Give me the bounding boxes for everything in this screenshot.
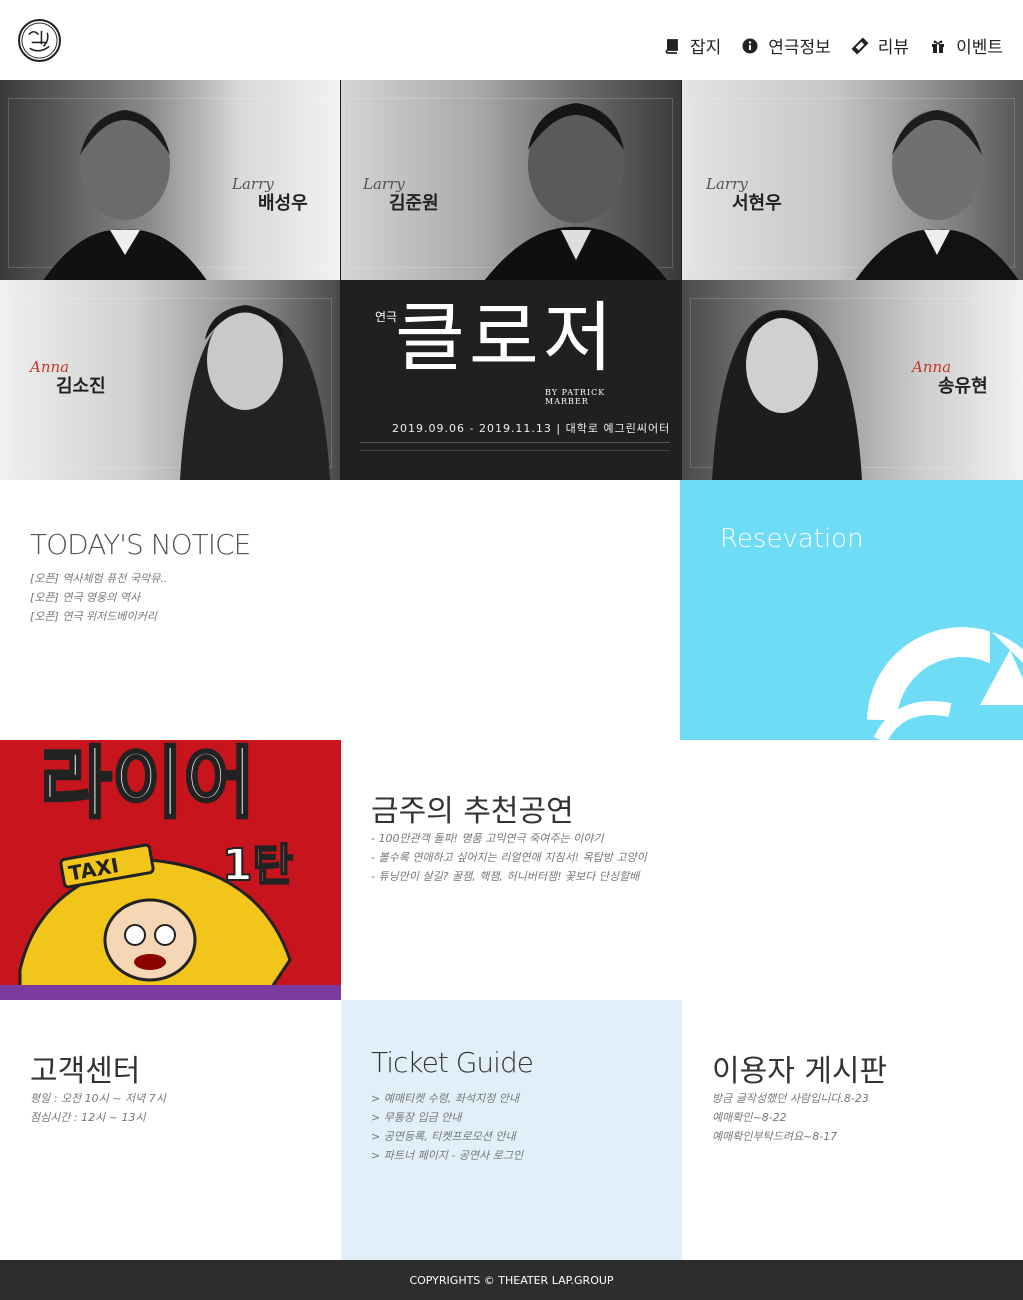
user-board-title: 이용자 게시판 xyxy=(712,1054,888,1089)
copyright-text: COPYRIGHTS © THEATER LAP.GROUP xyxy=(409,1273,614,1287)
liar-poster-art: 라이어 1탄 TAXI xyxy=(0,740,341,1000)
nav-play-info-label: 연극정보 xyxy=(768,38,831,58)
actor-portrait xyxy=(855,110,1019,280)
poster-main-title: 클로저 xyxy=(395,293,617,382)
board-post[interactable]: 예매확인부탁드려요~8-17 xyxy=(712,1127,869,1146)
poster-text: 라이어 xyxy=(40,740,255,829)
site-footer: COPYRIGHTS © THEATER LAP.GROUP xyxy=(0,1260,1023,1300)
cast-name: 송유현 xyxy=(938,376,988,397)
customer-hours-line: 점심시간 : 12시 ~ 13시 xyxy=(30,1111,146,1124)
board-post[interactable]: 예매확인~8-22 xyxy=(712,1108,869,1127)
ticket-guide-item[interactable]: > 무통장 입금 안내 xyxy=(371,1108,523,1127)
book-icon xyxy=(663,37,681,55)
info-icon xyxy=(741,37,759,55)
reservation-title: Resevation xyxy=(720,524,864,554)
notice-item[interactable]: [오픈] 역사체험 퓨전 국악뮤.. xyxy=(30,569,167,588)
cast-panel: Anna 김소진 xyxy=(0,280,340,480)
cast-caption: Larry 서현우 xyxy=(706,175,782,215)
recommend-list: - 100만관객 돌파! 명품 고믹연극 죽여주는 이야기 - 볼수록 연애하고… xyxy=(371,829,647,886)
nav-review[interactable]: 리뷰 xyxy=(851,33,909,58)
customer-center-section: 고객센터 평일 : 오전 10시 ~ 저녁 7시 점심시간 : 12시 ~ 13… xyxy=(0,1000,341,1260)
recommend-item[interactable]: - 튜닝만이 살길? 꿀잼, 핵잼, 허니버터잼! 꽃보다 단싱할배 xyxy=(371,867,647,886)
cast-caption: Anna 송유현 xyxy=(912,358,988,398)
cast-name: 김소진 xyxy=(56,376,106,397)
nav-event[interactable]: 이벤트 xyxy=(929,33,1003,58)
cast-panel: Larry 서현우 xyxy=(682,80,1023,280)
poster-title: 연극 클로저 BY PATRICK MARBER xyxy=(375,293,617,407)
notice-title: TODAY'S NOTICE xyxy=(30,528,251,561)
cast-panel: Larry 김준원 xyxy=(341,80,681,280)
user-board-section: 이용자 게시판 방금 글작성했던 사람입니다.8-23 예매확인~8-22 예매… xyxy=(682,1000,1023,1260)
cast-panel: Larry 배성우 xyxy=(0,80,340,280)
customer-center-title: 고객센터 xyxy=(30,1054,141,1089)
recommend-item[interactable]: - 100만관객 돌파! 명품 고믹연극 죽여주는 이야기 xyxy=(371,829,647,848)
main-nav: 잡지 연극정보 리뷰 이벤트 xyxy=(663,33,1003,58)
cast-name: 배성우 xyxy=(258,193,308,214)
actor-portrait xyxy=(43,110,207,280)
hero-banner[interactable]: Larry 배성우 Larry 김준원 Larry 서현우 Anna 김소진 연… xyxy=(0,80,1023,480)
gift-icon xyxy=(929,37,947,55)
ticket-guide-list: > 예매티켓 수령, 좌석지정 안내 > 무통장 입금 안내 > 공연등록, 티… xyxy=(371,1089,523,1165)
ticket-guide-item[interactable]: > 예매티켓 수령, 좌석지정 안내 xyxy=(371,1089,523,1108)
nav-play-info[interactable]: 연극정보 xyxy=(741,33,831,58)
actor-portrait xyxy=(180,305,330,480)
actor-portrait xyxy=(484,103,668,280)
poster-byline: BY PATRICK MARBER xyxy=(545,388,606,406)
notice-list: [오픈] 역사체험 퓨전 국악뮤.. [오픈] 연극 영웅의 역사 [오픈] 연… xyxy=(30,569,167,626)
site-logo[interactable] xyxy=(18,19,61,62)
refresh-icon xyxy=(867,627,1023,740)
ticket-guide-item[interactable]: > 공연등록, 티켓프로모션 안내 xyxy=(371,1127,523,1146)
nav-review-label: 리뷰 xyxy=(877,38,910,58)
cast-name: 김준원 xyxy=(389,193,439,214)
ticket-guide-item[interactable]: > 파트너 페이지 - 공연사 로그인 xyxy=(371,1146,523,1165)
notice-item[interactable]: [오픈] 연극 영웅의 역사 xyxy=(30,588,167,607)
today-notice-section: TODAY'S NOTICE [오픈] 역사체험 퓨전 국악뮤.. [오픈] 연… xyxy=(0,480,680,740)
site-header: 잡지 연극정보 리뷰 이벤트 xyxy=(0,0,1023,80)
board-post[interactable]: 방금 글작성했던 사람입니다.8-23 xyxy=(712,1089,869,1108)
cast-caption: Larry 김준원 xyxy=(363,175,439,215)
recommend-section: 금주의 추천공연 - 100만관객 돌파! 명품 고믹연극 죽여주는 이야기 -… xyxy=(341,740,1023,1000)
recommend-item[interactable]: - 볼수록 연애하고 싶어지는 리얼연애 지침서! 옥탑방 고양이 xyxy=(371,848,647,867)
cast-name: 서현우 xyxy=(732,193,782,214)
nav-event-label: 이벤트 xyxy=(956,38,1003,58)
notice-item[interactable]: [오픈] 연극 위저드베이커리 xyxy=(30,607,167,626)
user-board-list: 방금 글작성했던 사람입니다.8-23 예매확인~8-22 예매확인부탁드려요~… xyxy=(712,1089,869,1146)
poster-prefix: 연극 xyxy=(375,310,398,324)
nav-magazine[interactable]: 잡지 xyxy=(663,33,721,58)
logo-mark-icon xyxy=(21,22,58,59)
ticket-icon xyxy=(851,37,869,55)
actor-portrait xyxy=(712,310,862,480)
poster-credits xyxy=(360,442,670,454)
poster-dates: 2019.09.06 - 2019.11.13 | 대학로 예그린씨어터 xyxy=(392,422,671,435)
customer-hours: 평일 : 오전 10시 ~ 저녁 7시 점심시간 : 12시 ~ 13시 xyxy=(30,1089,166,1127)
nav-magazine-label: 잡지 xyxy=(689,38,722,58)
recommend-poster[interactable]: 라이어 1탄 TAXI xyxy=(0,740,341,1000)
customer-hours-line: 평일 : 오전 10시 ~ 저녁 7시 xyxy=(30,1092,166,1105)
cast-caption: Larry 배성우 xyxy=(232,175,308,215)
recommend-title: 금주의 추천공연 xyxy=(371,794,574,829)
ticket-guide-title: Ticket Guide xyxy=(371,1046,534,1079)
cast-panel: Anna 송유현 xyxy=(682,280,1023,480)
cast-caption: Anna 김소진 xyxy=(30,358,106,398)
ticket-guide-section: Ticket Guide > 예매티켓 수령, 좌석지정 안내 > 무통장 입금… xyxy=(341,1000,682,1260)
reservation-tile[interactable]: Resevation xyxy=(680,480,1023,740)
